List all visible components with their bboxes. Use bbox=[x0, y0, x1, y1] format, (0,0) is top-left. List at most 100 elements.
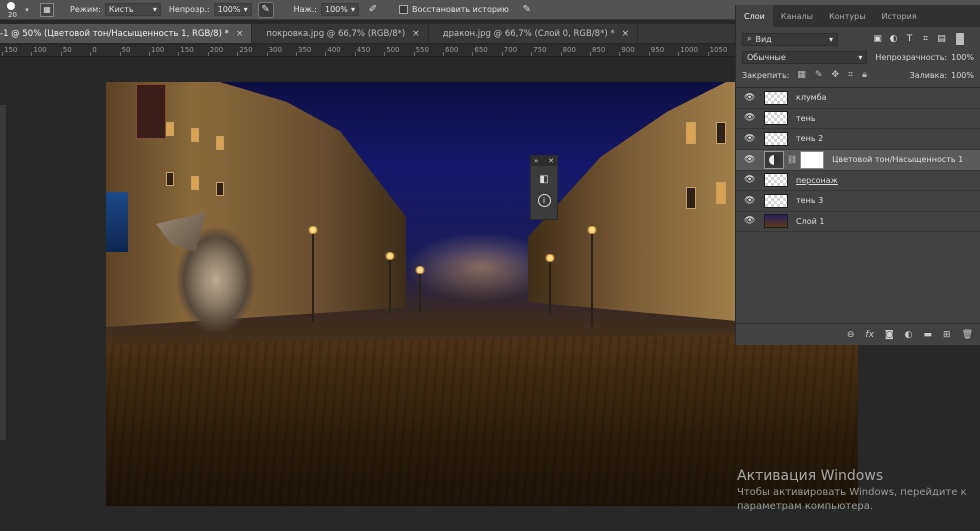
pressure-size-icon[interactable]: ✎ bbox=[519, 2, 535, 18]
lock-position-icon[interactable]: ✥ bbox=[831, 70, 839, 80]
layer-row[interactable]: 👁︎ тень bbox=[736, 109, 980, 129]
eye-icon[interactable]: 👁︎ bbox=[744, 93, 755, 103]
info-button[interactable]: i bbox=[536, 192, 552, 208]
layer-filter-select[interactable]: ⌕ Вид ▾ bbox=[742, 32, 838, 46]
blend-row: Обычные ▾ Непрозрачность: 100% bbox=[736, 48, 980, 66]
airbrush-icon[interactable]: ✐ bbox=[365, 2, 381, 18]
layer-thumbnail bbox=[764, 214, 788, 229]
hue-saturation-adjustment-icon bbox=[764, 150, 784, 169]
eye-icon[interactable]: 👁︎ bbox=[744, 113, 755, 123]
new-group-icon[interactable]: ▬ bbox=[924, 330, 933, 340]
window bbox=[216, 182, 224, 196]
tab-paths[interactable]: Контуры bbox=[821, 5, 874, 27]
brush-preset-picker[interactable]: 20 bbox=[0, 0, 22, 20]
shop-sign bbox=[106, 192, 128, 252]
lock-icons: ▦ ✎ ✥ ⌗ 🔒︎ bbox=[797, 70, 866, 80]
ruler-label: 450 bbox=[356, 46, 371, 54]
lock-transparent-icon[interactable]: ▦ bbox=[797, 70, 806, 80]
filter-pixel-icon[interactable]: ▣ bbox=[873, 34, 882, 44]
restore-history-label: Восстановить историю bbox=[411, 5, 509, 14]
layer-row[interactable]: 👁︎ клумба bbox=[736, 88, 980, 109]
link-icon[interactable]: ⛓︎ bbox=[787, 155, 797, 164]
properties-icon[interactable]: ◧ bbox=[536, 171, 552, 187]
filter-row: ⌕ Вид ▾ ▣ ◐ T ⌗ ▤ bbox=[736, 30, 980, 48]
tab-channels[interactable]: Каналы bbox=[773, 5, 821, 27]
close-icon[interactable]: × bbox=[622, 29, 630, 39]
link-layers-icon[interactable]: ⊖ bbox=[847, 330, 855, 340]
opacity-input[interactable]: 100% ▾ bbox=[213, 3, 252, 16]
delete-layer-icon[interactable]: 🗑︎ bbox=[962, 330, 973, 340]
layer-row[interactable]: 👁︎ тень 3 bbox=[736, 191, 980, 212]
ruler-tick bbox=[2, 52, 3, 56]
tab-history[interactable]: История bbox=[874, 5, 925, 27]
brush-settings-icon[interactable]: ▦ bbox=[40, 2, 54, 17]
ruler-tick bbox=[443, 52, 444, 56]
lock-pixels-icon[interactable]: ✎ bbox=[815, 70, 823, 80]
layer-thumbnail bbox=[764, 173, 788, 188]
close-icon[interactable]: ✕ bbox=[548, 157, 554, 165]
ruler-tick bbox=[590, 52, 591, 56]
layer-row-selected[interactable]: 👁︎ ⛓︎ Цветовой тон/Насыщенность 1 bbox=[736, 149, 980, 171]
vertical-ruler[interactable] bbox=[0, 105, 6, 440]
eye-icon[interactable]: 👁︎ bbox=[744, 196, 755, 206]
window bbox=[716, 182, 726, 204]
layer-row[interactable]: 👁︎ персонаж bbox=[736, 171, 980, 191]
ruler-label: 0 bbox=[92, 46, 97, 54]
pressure-opacity-icon[interactable]: ✎ bbox=[257, 1, 274, 18]
layer-list: 👁︎ клумба 👁︎ тень 👁︎ тень 2 👁︎ ⛓︎ Цветов… bbox=[736, 87, 980, 232]
restore-history-checkbox[interactable] bbox=[398, 5, 408, 14]
pressure-input[interactable]: 100% ▾ bbox=[320, 3, 359, 16]
eye-icon[interactable]: 👁︎ bbox=[744, 216, 755, 226]
layer-name: Цветовой тон/Насыщенность 1 bbox=[832, 155, 964, 164]
layers-footer: ⊖ fx ◙ ◐ ▬ ⊞ 🗑︎ bbox=[736, 323, 980, 345]
eye-icon[interactable]: 👁︎ bbox=[744, 155, 755, 165]
mode-select[interactable]: Кисть ▾ bbox=[104, 3, 161, 16]
panel-tabs: Слои Каналы Контуры История bbox=[736, 5, 980, 27]
chevron-down-icon: ▾ bbox=[243, 5, 248, 14]
eye-icon[interactable]: 👁︎ bbox=[744, 175, 755, 185]
chevron-down-icon: ▾ bbox=[828, 34, 833, 44]
filter-icons: ▣ ◐ T ⌗ ▤ bbox=[873, 34, 946, 44]
new-layer-icon[interactable]: ⊞ bbox=[943, 330, 951, 340]
layer-thumbnail bbox=[764, 131, 788, 146]
mode-label: Режим: bbox=[70, 5, 101, 14]
tab-layers[interactable]: Слои bbox=[736, 5, 773, 27]
layer-row[interactable]: 👁︎ тень 2 bbox=[736, 129, 980, 150]
filter-shape-icon[interactable]: ⌗ bbox=[921, 34, 930, 44]
layer-mask-thumbnail[interactable] bbox=[800, 150, 825, 169]
filter-smart-object-icon[interactable]: ▤ bbox=[937, 34, 946, 44]
close-icon[interactable]: × bbox=[412, 29, 420, 39]
new-adjustment-icon[interactable]: ◐ bbox=[905, 330, 913, 340]
blend-mode-select[interactable]: Обычные ▾ bbox=[742, 50, 868, 64]
fx-icon[interactable]: fx bbox=[865, 330, 874, 340]
lock-all-icon[interactable]: 🔒︎ bbox=[862, 70, 867, 80]
tab-pokrovka[interactable]: покровка.jpg @ 66,7% (RGB/8*) × bbox=[252, 24, 429, 43]
opacity-value[interactable]: 100% bbox=[951, 53, 974, 62]
ruler-label: 650 bbox=[474, 46, 488, 54]
filter-value: Вид bbox=[755, 34, 772, 44]
filter-adjustment-icon[interactable]: ◐ bbox=[889, 34, 898, 44]
chevron-down-icon[interactable]: ▾ bbox=[22, 6, 32, 14]
opacity-label: Непрозрачность: bbox=[875, 52, 948, 62]
horizontal-ruler[interactable]: 150 100 50 0 50 100 150 200 250 300 350 400 450 500 55… bbox=[0, 45, 735, 57]
eye-icon[interactable]: 👁︎ bbox=[744, 134, 755, 144]
ruler-tick bbox=[119, 52, 121, 56]
lock-artboard-icon[interactable]: ⌗ bbox=[848, 70, 853, 80]
brush-size: 20 bbox=[8, 10, 17, 19]
tab-drakon[interactable]: дракон.jpg @ 66,7% (Слой 0, RGB/8*) * × bbox=[429, 24, 639, 43]
close-icon[interactable]: × bbox=[236, 29, 244, 39]
watermark-title: Активация Windows bbox=[737, 468, 884, 484]
ruler-label: 50 bbox=[62, 46, 72, 54]
expand-icon[interactable]: » bbox=[534, 157, 538, 165]
tab-document-1[interactable]: -1 @ 50% (Цветовой тон/Насыщенность 1, R… bbox=[0, 24, 253, 43]
add-mask-icon[interactable]: ◙ bbox=[885, 330, 894, 340]
layer-row[interactable]: 👁︎ Слой 1 bbox=[736, 212, 980, 232]
ruler-label: 700 bbox=[503, 46, 518, 54]
ruler-tick bbox=[31, 52, 33, 56]
filter-toggle[interactable] bbox=[956, 33, 964, 45]
filter-type-icon[interactable]: T bbox=[905, 34, 914, 44]
window bbox=[716, 122, 726, 144]
chevron-down-icon: ▾ bbox=[858, 52, 863, 62]
fill-value[interactable]: 100% bbox=[951, 71, 974, 80]
street-lamp bbox=[307, 226, 319, 322]
